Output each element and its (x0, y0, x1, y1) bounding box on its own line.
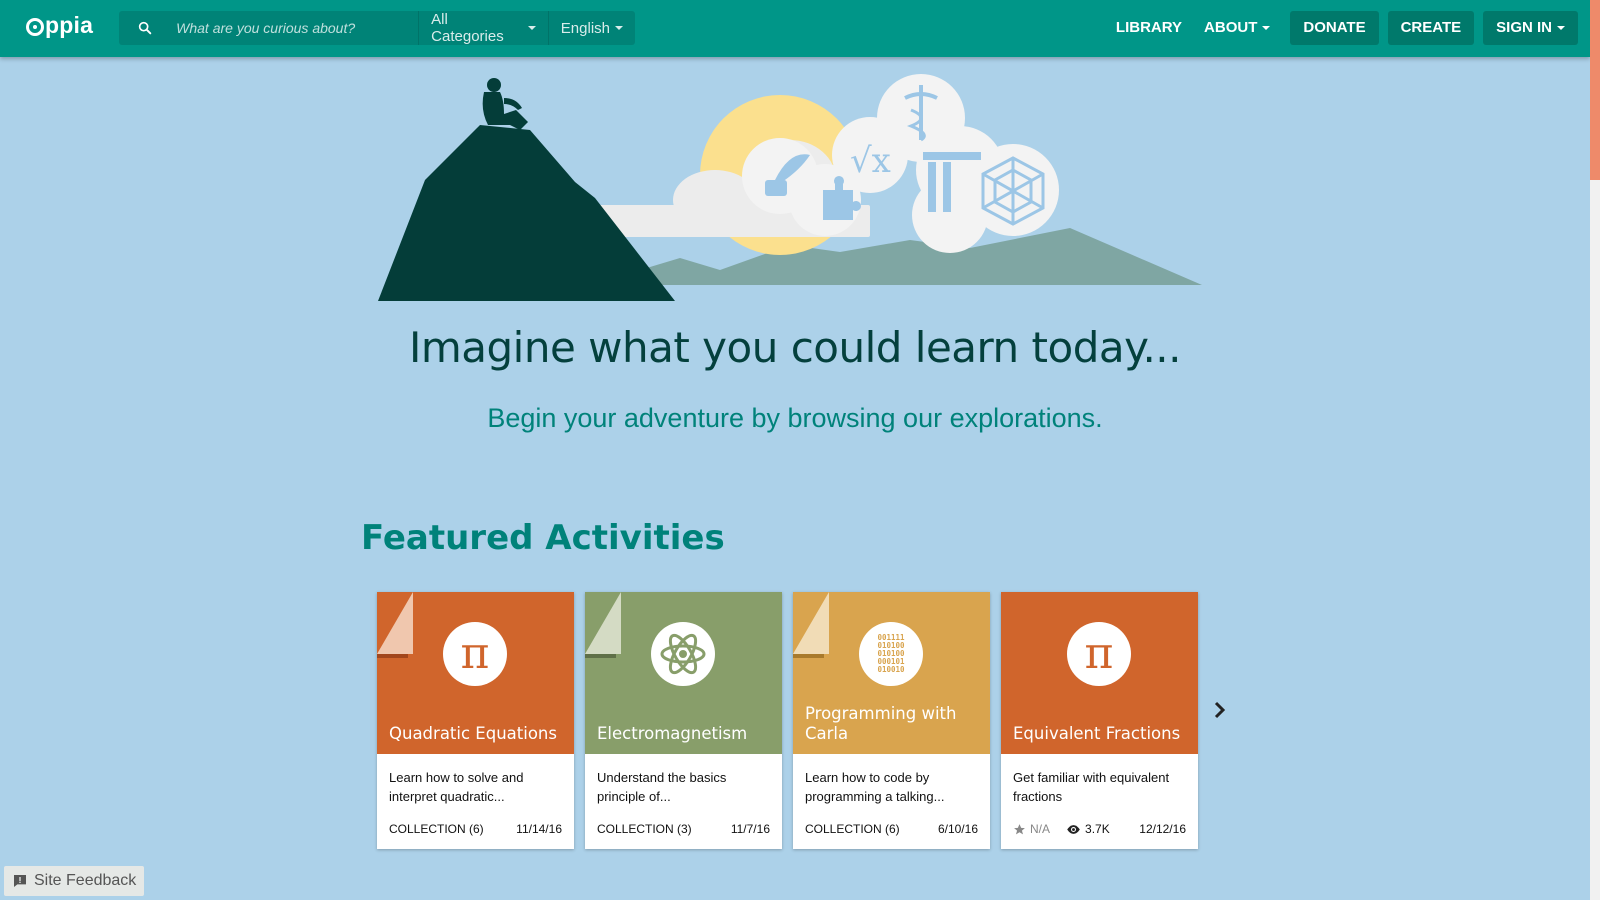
sign-in-label: SIGN IN (1496, 19, 1552, 36)
featured-cards-carousel: π Quadratic Equations Learn how to solve… (377, 592, 1209, 849)
chevron-down-icon (527, 26, 536, 30)
card-meta: COLLECTION (6) 6/10/16 (805, 822, 978, 836)
featured-activities-heading: Featured Activities (361, 518, 725, 558)
page-fold (585, 592, 621, 654)
activity-card[interactable]: π Equivalent Fractions Get familiar with… (1001, 592, 1198, 849)
card-views: 3.7K (1066, 822, 1110, 836)
nav-library-link[interactable]: LIBRARY (1105, 11, 1193, 45)
hero-subtitle: Begin your adventure by browsing our exp… (487, 403, 1103, 433)
card-views-count: 3.7K (1085, 822, 1110, 836)
pi-icon: π (443, 622, 507, 686)
card-type-label: COLLECTION (6) (389, 822, 484, 836)
card-stats: N/A 3.7K (1013, 822, 1110, 836)
card-date: 6/10/16 (937, 822, 978, 836)
nav-about-dropdown[interactable]: ABOUT (1193, 11, 1281, 45)
page-fold (793, 592, 829, 654)
feedback-icon (14, 875, 26, 887)
card-description: Get familiar with equivalent fractions (1013, 770, 1170, 804)
card-title: Equivalent Fractions (1013, 724, 1181, 743)
site-feedback-label: Site Feedback (34, 872, 137, 889)
card-description: Learn how to code by programming a talki… (805, 770, 945, 804)
chevron-right-icon (1214, 701, 1226, 719)
language-dropdown[interactable]: English (547, 11, 635, 45)
main-nav: LIBRARY ABOUT DONATE CREATE SIGN IN (1105, 11, 1578, 45)
language-dropdown-label: English (560, 19, 610, 37)
logo-o-mark (26, 18, 44, 36)
card-rating: N/A (1013, 822, 1050, 836)
activity-card[interactable]: 001111 010100 010100 000101 010010 Programmi… (793, 592, 990, 849)
card-title: Programming with Carla (805, 704, 957, 743)
pi-icon: π (1067, 622, 1131, 686)
scrollbar[interactable] (1590, 0, 1600, 900)
card-thumbnail: Electromagnetism (585, 592, 782, 754)
binary-icon: 001111 010100 010100 000101 010010 (859, 622, 923, 686)
card-meta: COLLECTION (3) 11/7/16 (597, 822, 770, 836)
hero-title: Imagine what you could learn today... (408, 323, 1182, 372)
card-type-label: COLLECTION (3) (597, 822, 692, 836)
card-type-label: COLLECTION (6) (805, 822, 900, 836)
svg-text:√x: √x (850, 141, 891, 181)
site-feedback-button[interactable]: Site Feedback (4, 866, 145, 896)
hero-illustration: √x (378, 74, 1202, 301)
oppia-logo[interactable]: ppia (26, 12, 93, 39)
star-icon (1014, 823, 1025, 834)
scrollbar-thumb[interactable] (1590, 0, 1600, 180)
eye-icon (1067, 824, 1080, 834)
card-rating-value: N/A (1030, 822, 1051, 836)
card-description: Understand the basics principle of... (597, 770, 727, 804)
category-dropdown[interactable]: All Categories (418, 11, 548, 45)
logo-text: ppia (45, 12, 94, 38)
card-meta: N/A 3.7K 12/12/16 (1013, 822, 1186, 836)
donate-button[interactable]: DONATE (1290, 11, 1379, 45)
card-title: Electromagnetism (597, 724, 748, 743)
fold-shadow (585, 654, 616, 658)
card-date: 11/14/16 (516, 822, 562, 836)
chevron-down-icon (1557, 26, 1565, 31)
person-silhouette (482, 78, 528, 130)
chevron-down-icon (1262, 26, 1271, 31)
create-button[interactable]: CREATE (1387, 11, 1475, 45)
activity-card[interactable]: π Quadratic Equations Learn how to solve… (377, 592, 574, 849)
card-title: Quadratic Equations (389, 724, 557, 743)
card-date: 12/12/16 (1139, 822, 1186, 836)
card-meta: COLLECTION (6) 11/14/16 (389, 822, 562, 836)
search-input[interactable] (170, 11, 419, 45)
card-thumbnail: π Equivalent Fractions (1001, 592, 1198, 754)
fold-shadow (377, 654, 408, 658)
sign-in-button[interactable]: SIGN IN (1483, 11, 1578, 45)
card-thumbnail: π Quadratic Equations (377, 592, 574, 754)
atom-icon (651, 622, 715, 686)
card-date: 11/7/16 (730, 822, 770, 836)
search-icon[interactable] (119, 11, 170, 45)
nav-about-label: ABOUT (1204, 19, 1258, 36)
activity-card[interactable]: Electromagnetism Understand the basics p… (585, 592, 782, 849)
chevron-down-icon (615, 26, 623, 30)
card-description: Learn how to solve and interpret quadrat… (389, 770, 524, 804)
fold-shadow (793, 654, 824, 658)
category-dropdown-label: All Categories (431, 11, 504, 45)
card-thumbnail: 001111 010100 010100 000101 010010 Programmi… (793, 592, 990, 754)
top-navigation-bar: ppia All Categories English LIBRARY ABOU… (0, 0, 1590, 57)
page-fold (377, 592, 413, 654)
search-bar: All Categories English (119, 11, 635, 45)
carousel-next-arrow[interactable] (1213, 700, 1227, 725)
